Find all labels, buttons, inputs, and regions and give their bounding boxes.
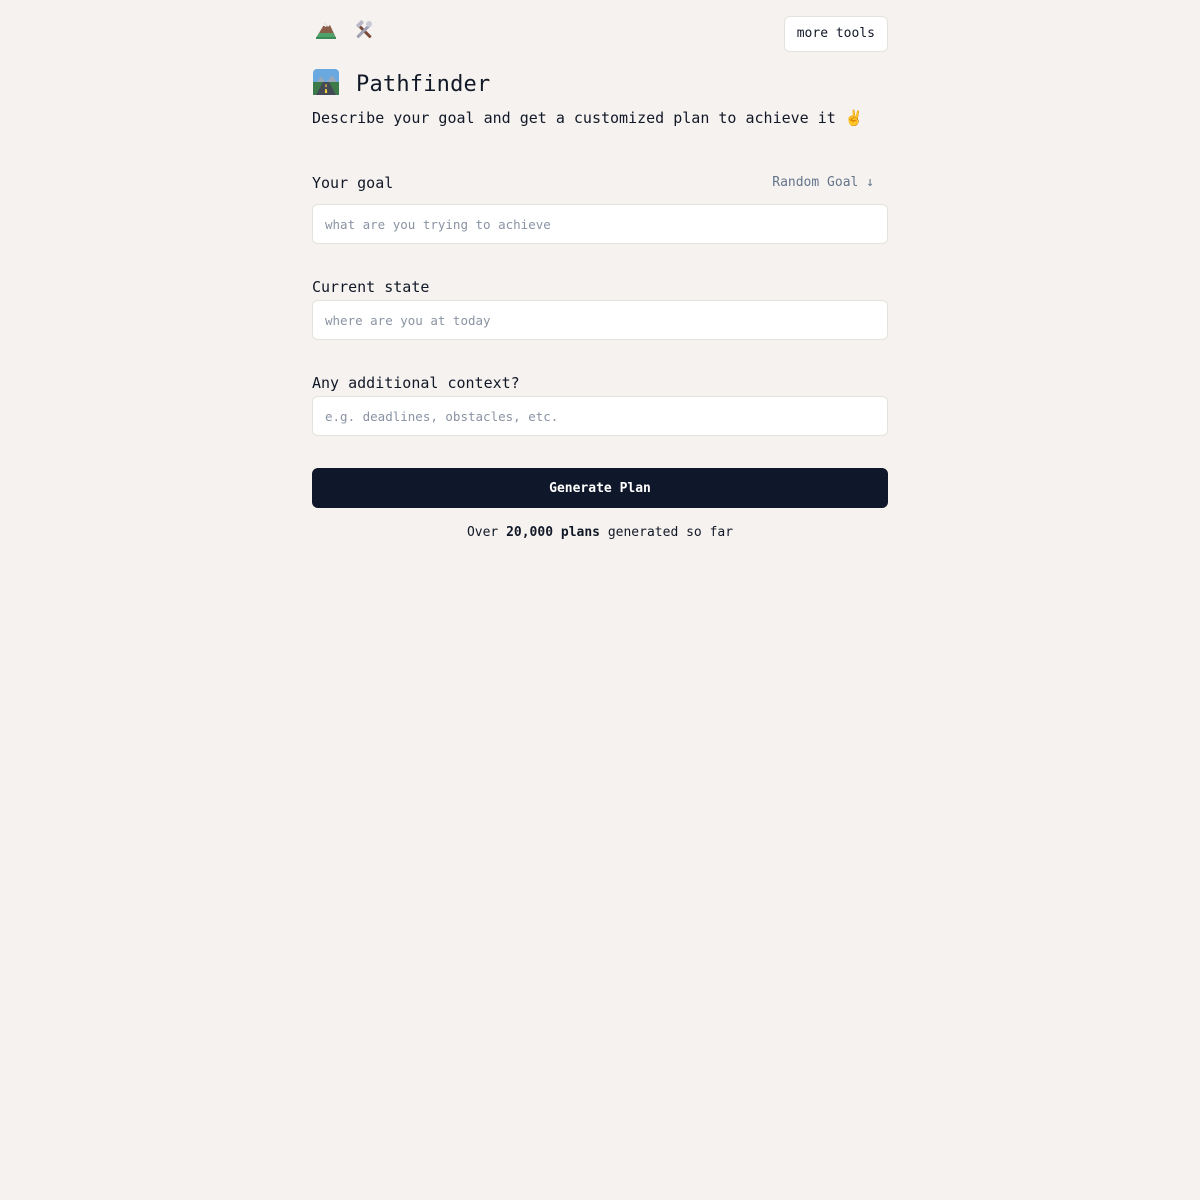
context-label: Any additional context?: [312, 374, 520, 392]
random-goal-button[interactable]: Random Goal ↓: [772, 175, 874, 190]
stats-prefix: Over: [466, 525, 499, 540]
top-bar: more tools: [312, 16, 888, 52]
current-state-input[interactable]: [312, 300, 888, 340]
road-icon: [312, 68, 340, 100]
plans-counter: Over 20,000 plans generated so far: [312, 525, 888, 540]
stats-count: 20,000 plans: [506, 525, 600, 540]
app-subtitle: Describe your goal and get a customized …: [312, 109, 836, 127]
app-title: Pathfinder: [356, 71, 491, 97]
more-tools-button[interactable]: more tools: [783, 16, 888, 52]
mountain-icon[interactable]: [314, 18, 340, 44]
goal-input[interactable]: [312, 204, 888, 244]
goal-label: Your goal: [312, 174, 394, 192]
tools-icon[interactable]: [352, 18, 378, 44]
stats-suffix: generated so far: [607, 525, 734, 540]
victory-hand-icon: ✌️: [844, 109, 864, 127]
generate-plan-button[interactable]: Generate Plan: [312, 468, 888, 508]
context-input[interactable]: [312, 396, 888, 436]
app-header: Pathfinder: [312, 68, 490, 100]
current-state-label: Current state: [312, 278, 430, 296]
app-subtitle-row: Describe your goal and get a customized …: [312, 109, 864, 127]
